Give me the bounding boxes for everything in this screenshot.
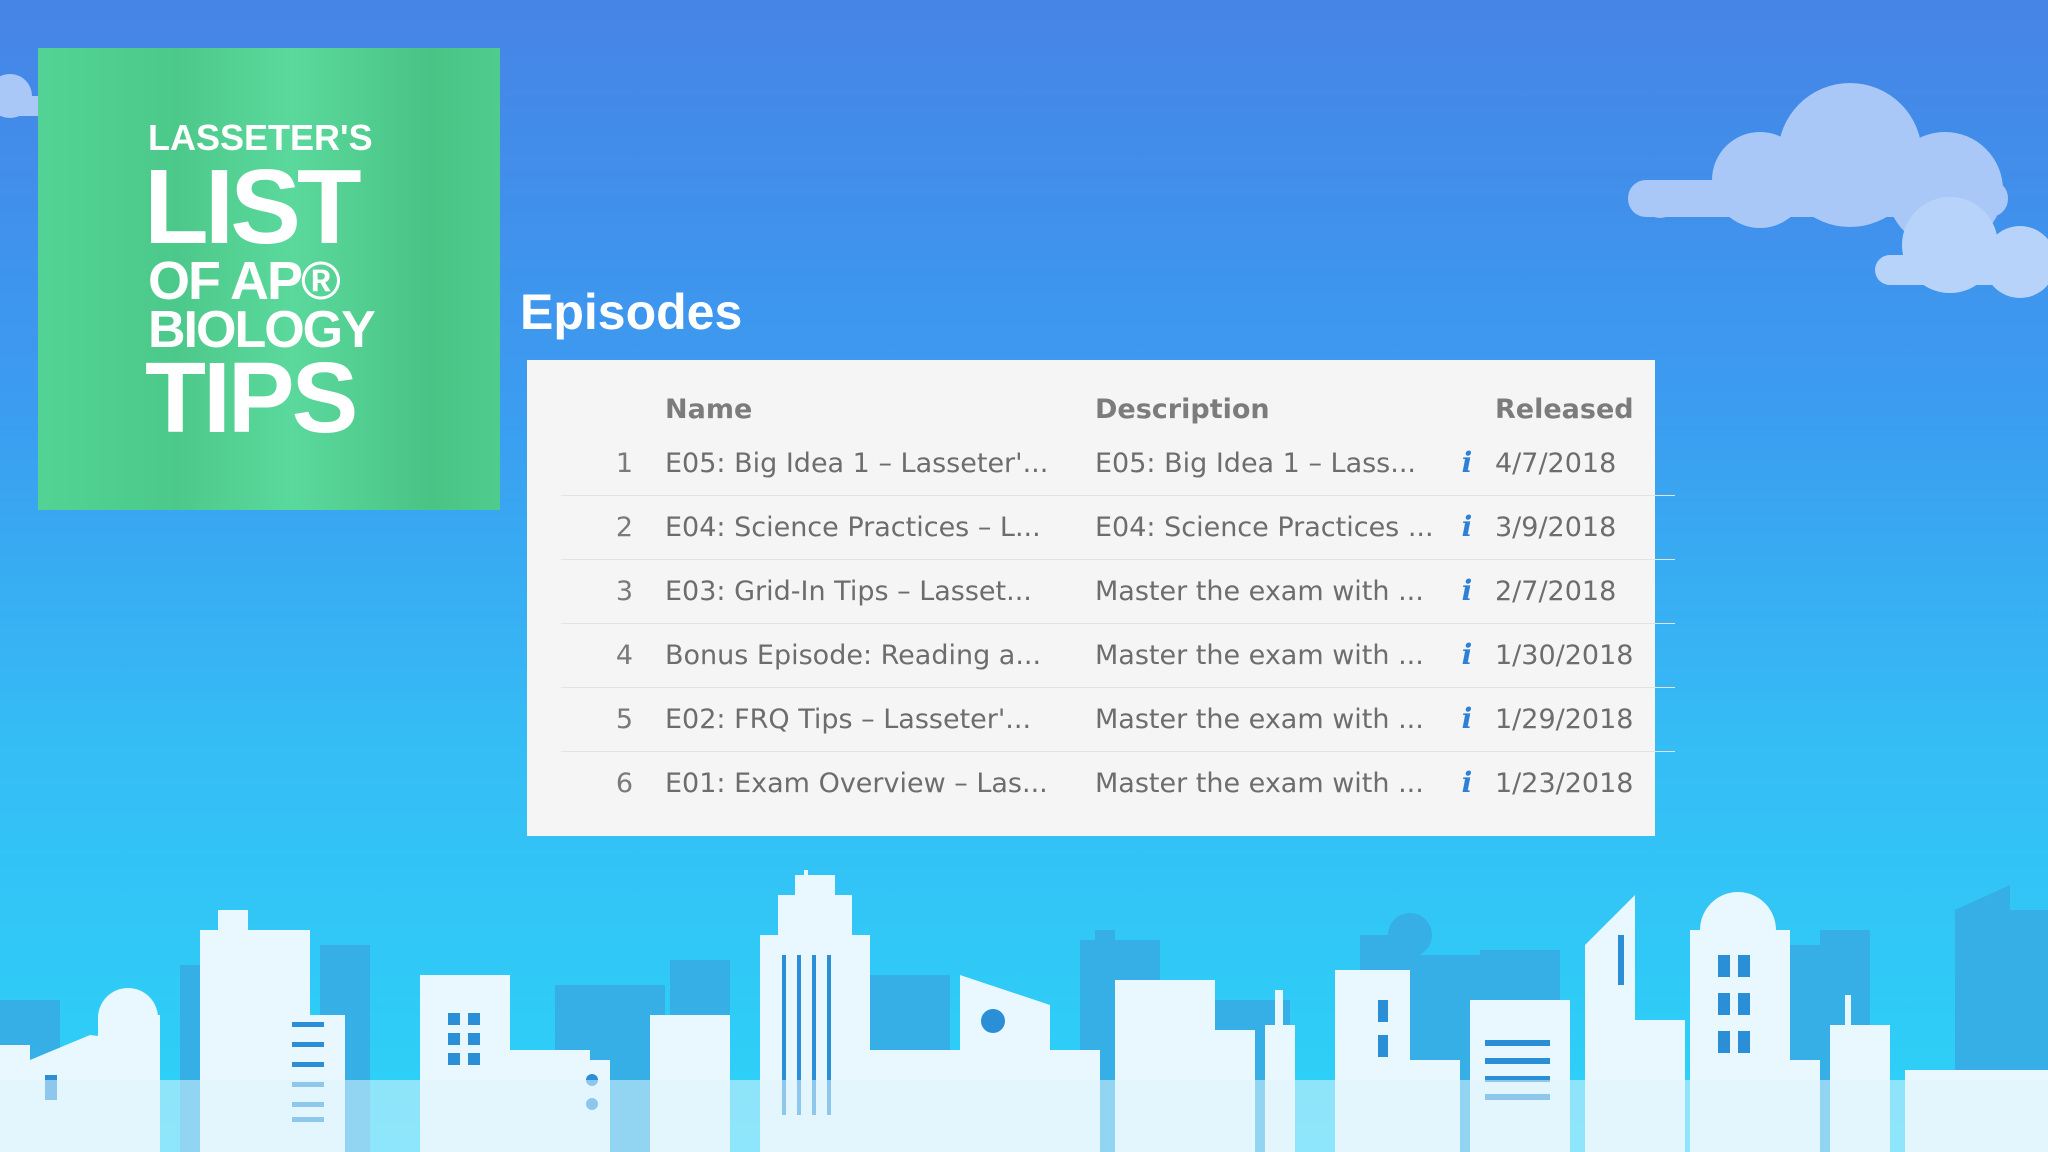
episode-released-date: 3/9/2018 (1495, 495, 1675, 560)
info-icon[interactable]: i (1462, 705, 1473, 733)
cloud-icon (0, 74, 40, 118)
table-header-row: Name Description Released (561, 386, 1675, 432)
episode-released-date: 4/7/2018 (1495, 432, 1675, 496)
table-row[interactable]: 4 Bonus Episode: Reading a... Master the… (561, 623, 1675, 688)
info-cell: i (1439, 623, 1495, 688)
info-icon[interactable]: i (1462, 449, 1473, 477)
episode-number: 2 (561, 495, 665, 560)
info-cell: i (1439, 495, 1495, 560)
info-cell: i (1439, 752, 1495, 816)
info-icon[interactable]: i (1462, 577, 1473, 605)
episode-description: E04: Science Practices ... (1095, 495, 1439, 560)
info-cell: i (1439, 559, 1495, 624)
episode-name[interactable]: E05: Big Idea 1 – Lasseter'... (665, 432, 1095, 496)
table-row[interactable]: 3 E03: Grid-In Tips – Lasset... Master t… (561, 559, 1675, 624)
episode-description: Master the exam with ... (1095, 623, 1439, 688)
info-cell: i (1439, 687, 1495, 752)
episode-number: 6 (615, 768, 633, 799)
episodes-table: Name Description Released 1 E05: Big Ide… (561, 386, 1675, 815)
column-header-number (561, 386, 665, 432)
info-icon[interactable]: i (1462, 641, 1473, 669)
column-header-name[interactable]: Name (665, 386, 1095, 432)
artwork-title: LASSETER'S LIST OF AP® BIOLOGY TIPS (144, 120, 376, 454)
episode-number: 1 (561, 432, 665, 496)
episode-number: 4 (561, 623, 665, 688)
column-header-info (1439, 386, 1495, 432)
column-header-description[interactable]: Description (1095, 386, 1439, 432)
artwork-line-2: LIST (144, 148, 362, 266)
episode-name[interactable]: E03: Grid-In Tips – Lasset... (665, 559, 1095, 624)
info-icon[interactable]: i (1462, 769, 1473, 797)
episode-name[interactable]: E01: Exam Overview – Las... (665, 752, 1095, 816)
episode-description: Master the exam with ... (1095, 768, 1424, 799)
table-row[interactable]: 2 E04: Science Practices – L... E04: Sci… (561, 495, 1675, 560)
episode-description: E05: Big Idea 1 – Lass... (1095, 432, 1439, 496)
episode-released-date: 1/30/2018 (1495, 623, 1675, 688)
table-row[interactable]: 5 E02: FRQ Tips – Lasseter'... Master th… (561, 687, 1675, 752)
column-header-released[interactable]: Released (1495, 386, 1675, 432)
episode-released-date: 2/7/2018 (1495, 559, 1675, 624)
episode-released-date: 1/23/2018 (1495, 768, 1634, 799)
episode-number: 5 (561, 687, 665, 752)
episodes-heading: Episodes (520, 284, 743, 340)
episode-name[interactable]: E04: Science Practices – L... (665, 495, 1095, 560)
episode-description: Master the exam with ... (1095, 687, 1439, 752)
info-cell: i (1439, 432, 1495, 496)
ground-haze (0, 1080, 2048, 1152)
episode-name[interactable]: Bonus Episode: Reading a... (665, 623, 1095, 688)
episode-name[interactable]: E02: FRQ Tips – Lasseter'... (665, 687, 1095, 752)
table-row[interactable]: 1 E05: Big Idea 1 – Lasseter'... E05: Bi… (561, 432, 1675, 496)
info-icon[interactable]: i (1462, 513, 1473, 541)
episode-number: 3 (561, 559, 665, 624)
podcast-artwork: LASSETER'S LIST OF AP® BIOLOGY TIPS (38, 48, 500, 510)
episodes-panel: Name Description Released 1 E05: Big Ide… (527, 360, 1675, 836)
artwork-line-5: TIPS (145, 342, 358, 454)
table-row[interactable]: 6 E01: Exam Overview – Las... Master the… (561, 752, 1675, 816)
episode-description: Master the exam with ... (1095, 559, 1439, 624)
episode-released-date: 1/29/2018 (1495, 687, 1675, 752)
